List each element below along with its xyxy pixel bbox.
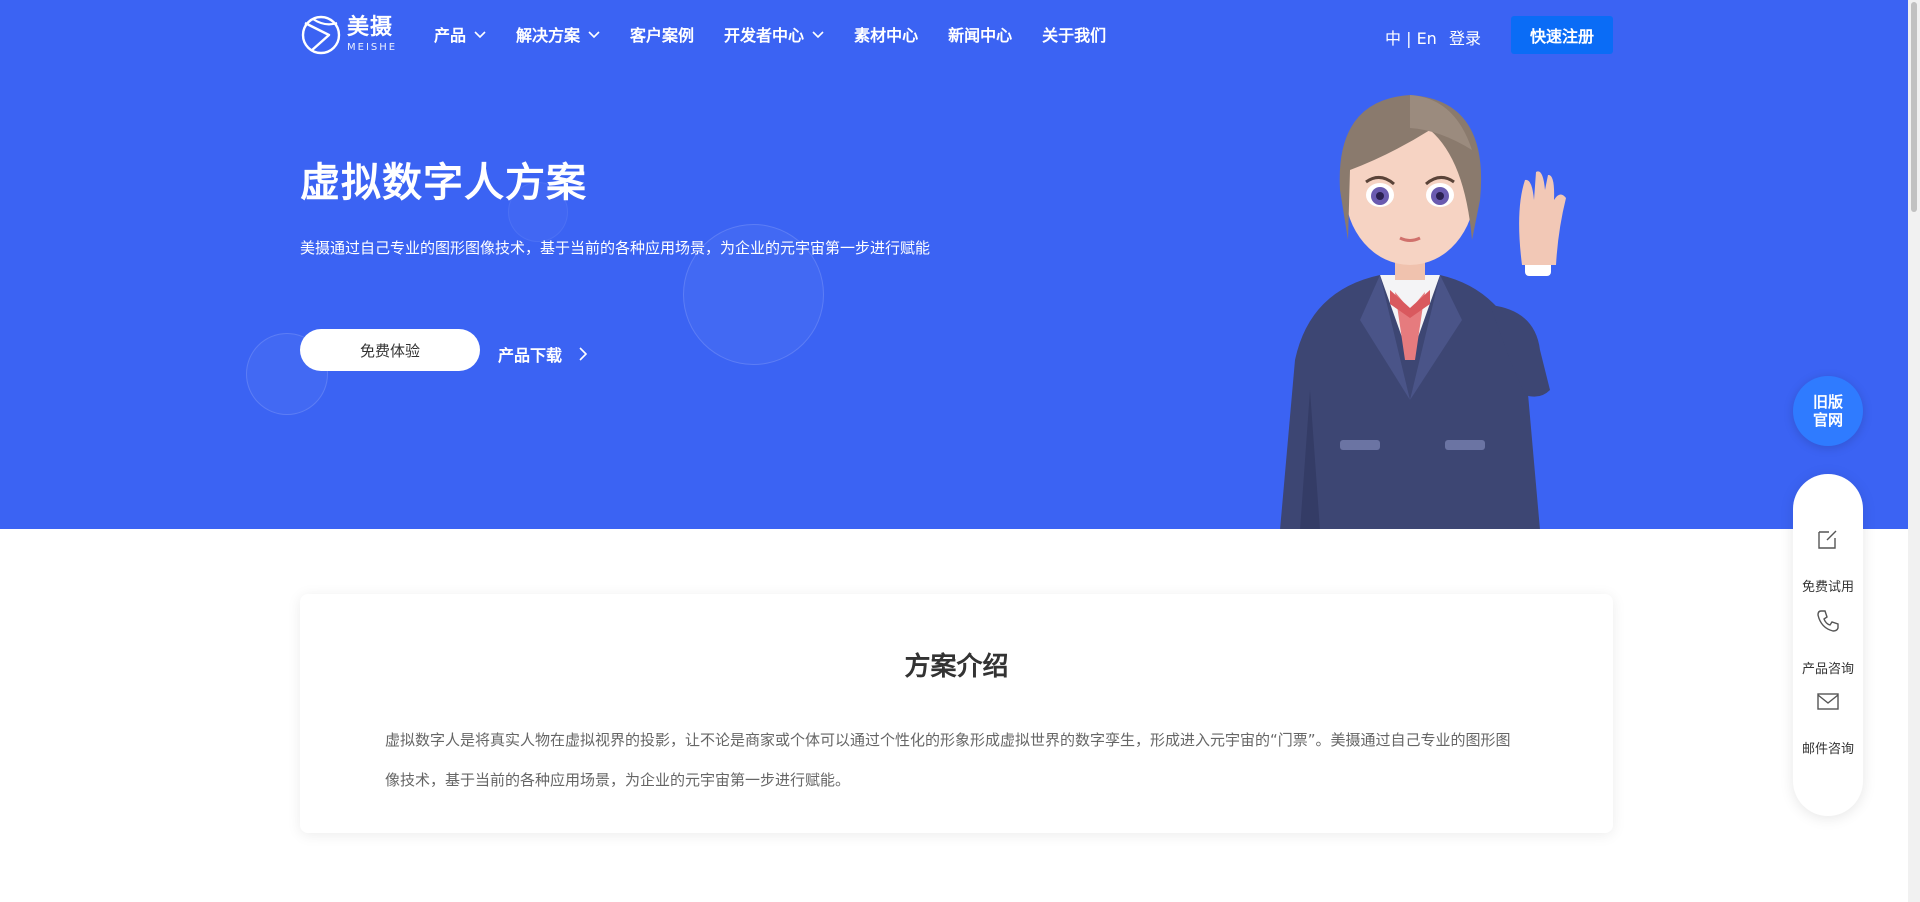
- scrollbar-thumb[interactable]: [1911, 2, 1917, 212]
- side-contact-panel: 免费试用 产品咨询 邮件咨询: [1793, 474, 1863, 816]
- product-consult-side-button[interactable]: 产品咨询: [1793, 608, 1863, 677]
- nav-label: 产品: [434, 26, 467, 45]
- side-item-label: 免费试用: [1801, 580, 1854, 595]
- nav-label: 素材中心: [854, 26, 919, 45]
- nav-label: 新闻中心: [948, 26, 1013, 45]
- logo-name-cn: 美摄: [347, 15, 394, 40]
- nav-label: 开发者中心: [724, 26, 805, 45]
- side-item-label: 邮件咨询: [1801, 742, 1854, 757]
- nav-label: 关于我们: [1042, 26, 1107, 45]
- intro-title: 方案介绍: [904, 652, 1009, 682]
- mail-consult-side-button[interactable]: 邮件咨询: [1793, 688, 1863, 757]
- download-label: 产品下载: [498, 346, 563, 365]
- phone-icon: [1817, 610, 1839, 632]
- nav-item-developers[interactable]: 开发者中心: [724, 22, 824, 46]
- language-switch[interactable]: 中 | En: [1385, 25, 1437, 49]
- nav-label: 客户案例: [630, 26, 695, 45]
- main-nav: 产品 解决方案 客户案例 开发者中心 素材中心 新闻中心 关于我们: [434, 22, 1106, 46]
- chevron-right-icon: [579, 347, 588, 361]
- chevron-down-icon: [588, 31, 600, 39]
- nav-item-cases[interactable]: 客户案例: [630, 22, 694, 46]
- digital-human-avatar: [1280, 95, 1566, 529]
- chevron-down-icon: [812, 31, 824, 39]
- nav-label: 解决方案: [516, 26, 581, 45]
- nav-item-materials[interactable]: 素材中心: [854, 22, 918, 46]
- nav-item-products[interactable]: 产品: [434, 22, 486, 46]
- old-site-label-line1: 旧版: [1812, 393, 1843, 411]
- hero-banner: 美摄 MEISHE 产品 解决方案 客户案例 开发者中心 素材中心 新闻中心 关…: [0, 0, 1908, 529]
- header: 美摄 MEISHE 产品 解决方案 客户案例 开发者中心 素材中心 新闻中心 关…: [0, 0, 1908, 70]
- edit-icon: [1818, 530, 1837, 549]
- old-site-label-line2: 官网: [1812, 411, 1843, 429]
- product-download-link[interactable]: 产品下载: [498, 342, 588, 366]
- logo-name-en: MEISHE: [347, 42, 398, 53]
- mail-icon: [1817, 693, 1839, 710]
- solution-intro-card: 方案介绍 虚拟数字人是将真实人物在虚拟视界的投影，让不论是商家或个体可以通过个性…: [300, 594, 1613, 833]
- intro-text: 虚拟数字人是将真实人物在虚拟视界的投影，让不论是商家或个体可以通过个性化的形象形…: [385, 731, 1511, 789]
- nav-item-solutions[interactable]: 解决方案: [516, 22, 600, 46]
- login-link[interactable]: 登录: [1449, 25, 1481, 49]
- side-item-label: 产品咨询: [1801, 662, 1854, 677]
- nav-item-news[interactable]: 新闻中心: [948, 22, 1012, 46]
- logo-icon: [301, 15, 341, 55]
- hero-subtitle: 美摄通过自己专业的图形图像技术，基于当前的各种应用场景，为企业的元宇宙第一步进行…: [300, 239, 931, 257]
- logo[interactable]: 美摄 MEISHE: [299, 13, 397, 57]
- free-trial-button[interactable]: 免费体验: [300, 329, 480, 371]
- nav-item-about[interactable]: 关于我们: [1042, 22, 1106, 46]
- register-button[interactable]: 快速注册: [1511, 16, 1613, 54]
- hero-title: 虚拟数字人方案: [300, 160, 587, 206]
- free-trial-side-button[interactable]: 免费试用: [1793, 526, 1863, 595]
- chevron-down-icon: [474, 31, 486, 39]
- old-site-button[interactable]: 旧版 官网: [1793, 376, 1863, 446]
